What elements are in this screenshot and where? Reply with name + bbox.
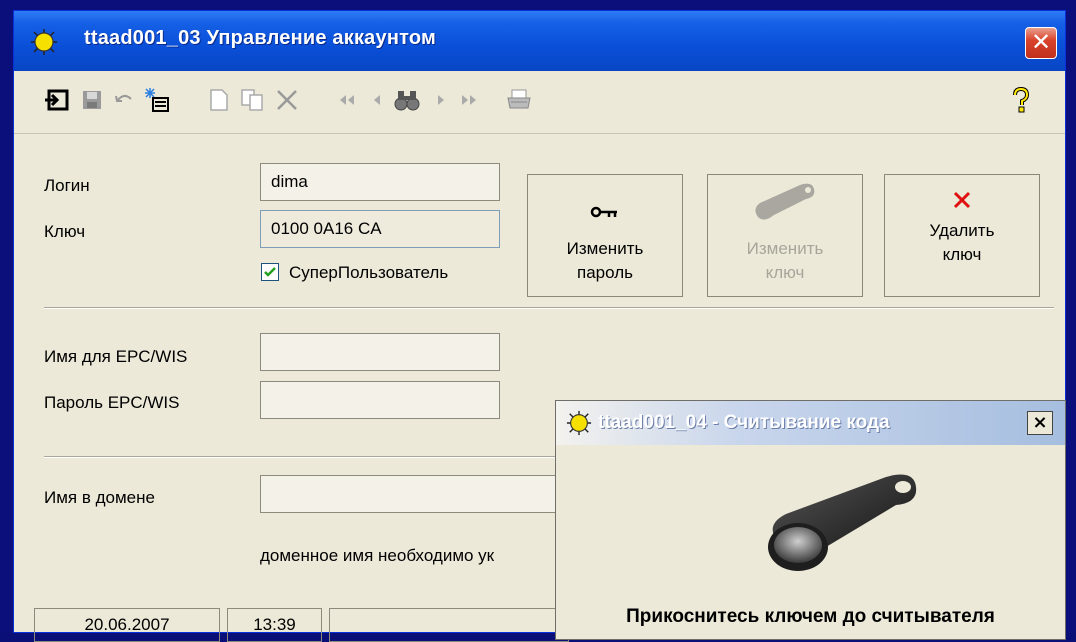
change-key-line2: ключ [765,263,805,282]
domain-label: Имя в домене [44,488,155,507]
save-icon[interactable] [77,85,107,115]
dialog-titlebar[interactable]: ttaad001_04 - Считывание кода × [556,401,1065,445]
epc-password-label: Пароль EPC/WIS [44,393,180,412]
window-titlebar[interactable]: ttaad001_03 Управление аккаунтом ✕ [14,11,1065,71]
ibutton-key-image [756,469,926,588]
undo-icon[interactable] [109,85,139,115]
separator-1 [44,307,1054,309]
domain-hint: доменное имя необходимо ук [260,546,495,565]
dialog-sun-icon [566,410,592,440]
delete-x-icon [885,189,1039,219]
superuser-checkbox[interactable] [261,263,279,281]
login-field[interactable]: dima [260,163,500,201]
find-icon[interactable] [392,85,422,115]
change-password-button[interactable]: Изменить пароль [527,174,683,297]
change-password-line1: Изменить [566,239,644,258]
dialog-message: Прикоснитесь ключем до считывателя [626,606,995,627]
delete-key-line2: ключ [942,245,982,264]
dialog-close-button[interactable]: × [1027,411,1053,435]
status-extra [329,608,569,642]
copy-icon[interactable] [238,85,268,115]
change-key-line1: Изменить [746,239,824,258]
app-sun-icon [30,28,58,56]
dialog-title: ttaad001_04 - Считывание кода [598,412,890,433]
delete-key-line1: Удалить [929,221,995,240]
print-icon[interactable] [504,85,534,115]
first-icon[interactable] [332,85,362,115]
delete-icon[interactable] [272,85,302,115]
toolbar [14,71,1065,134]
change-password-line2: пароль [577,263,633,282]
previous-icon[interactable] [362,85,392,115]
key-label: Ключ [44,222,86,241]
delete-key-button[interactable]: Удалить ключ [884,174,1040,297]
key-icon [528,199,682,229]
key-field[interactable]: 0100 0A16 CA [260,210,500,248]
login-label: Логин [44,176,90,195]
exit-icon[interactable] [42,85,72,115]
domain-field[interactable] [260,475,590,513]
read-code-dialog: ttaad001_04 - Считывание кода × Прикосни… [555,400,1066,640]
superuser-label: СуперПользователь [289,263,449,282]
epc-name-label: Имя для EPC/WIS [44,347,188,366]
last-icon[interactable] [454,85,484,115]
change-key-button[interactable]: Изменить ключ [707,174,863,297]
window-title: ttaad001_03 Управление аккаунтом [84,27,436,49]
next-icon[interactable] [426,85,456,115]
status-date: 20.06.2007 [34,608,220,642]
close-window-button[interactable]: ✕ [1025,27,1057,59]
epc-password-field[interactable] [260,381,500,419]
help-icon[interactable] [1006,85,1036,115]
new-record-icon[interactable] [142,85,172,115]
status-time: 13:39 [227,608,322,642]
ibutton-key-icon [708,181,862,220]
new-document-icon[interactable] [204,85,234,115]
epc-name-field[interactable] [260,333,500,371]
